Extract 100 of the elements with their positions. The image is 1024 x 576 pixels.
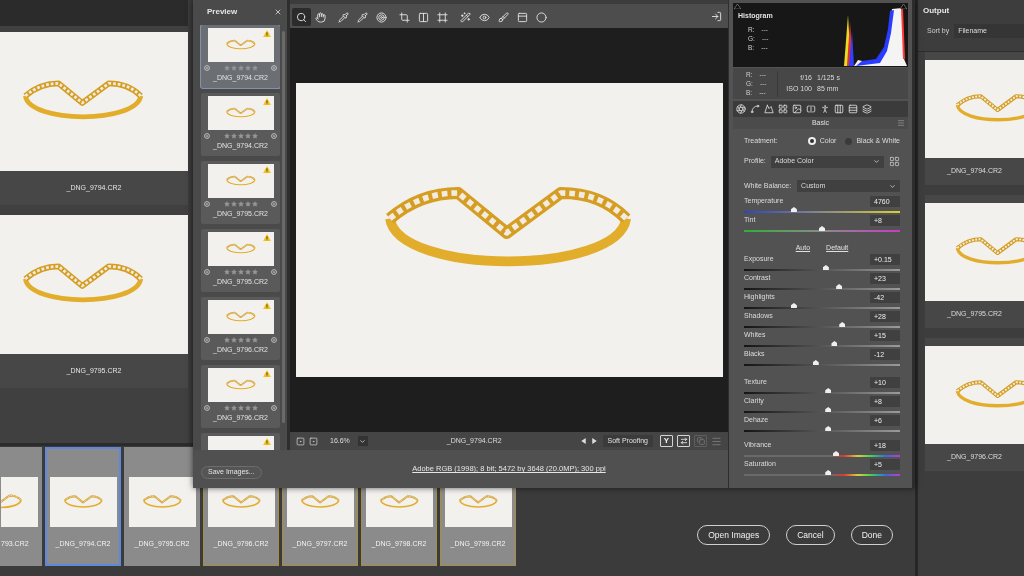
star-icon[interactable] <box>230 337 237 343</box>
columns-icon[interactable] <box>834 104 844 114</box>
aperture-icon[interactable] <box>736 104 746 114</box>
circle-icon[interactable] <box>204 201 210 207</box>
star-icon[interactable] <box>237 65 244 71</box>
triangle-icon[interactable] <box>900 4 907 9</box>
slider-thumb[interactable] <box>825 426 832 431</box>
circle-icon[interactable] <box>204 405 210 411</box>
radio-button[interactable] <box>807 137 816 145</box>
star-icon[interactable] <box>244 337 251 343</box>
slider-thumb[interactable] <box>836 284 843 289</box>
zoom-dropdown[interactable] <box>357 436 368 446</box>
star-icon[interactable] <box>244 405 251 411</box>
layers-icon[interactable] <box>862 104 872 114</box>
star-icon[interactable] <box>251 201 258 207</box>
star-icon[interactable] <box>237 337 244 343</box>
star-icon[interactable] <box>230 133 237 139</box>
eyedropper-icon[interactable] <box>338 11 349 23</box>
slider-thumb[interactable] <box>825 470 832 475</box>
person-icon[interactable] <box>820 104 830 114</box>
columns-icon[interactable] <box>418 11 429 23</box>
brush-icon[interactable] <box>498 11 509 23</box>
frame-icon[interactable] <box>437 11 448 23</box>
star-rating[interactable] <box>223 405 258 411</box>
circle-icon[interactable] <box>271 201 277 207</box>
arrow-into-box-icon[interactable] <box>711 11 722 22</box>
star-icon[interactable] <box>223 201 230 207</box>
image-icon[interactable] <box>792 104 802 114</box>
magic-wand-icon[interactable] <box>460 11 471 23</box>
rows-icon[interactable] <box>848 104 858 114</box>
hand-icon[interactable] <box>315 11 326 23</box>
tool-button[interactable] <box>292 8 311 26</box>
star-icon[interactable] <box>237 201 244 207</box>
eye-icon[interactable] <box>479 11 490 23</box>
star-icon[interactable] <box>251 133 258 139</box>
triangle-icon[interactable] <box>734 4 741 9</box>
star-icon[interactable] <box>230 65 237 71</box>
slider-thumb[interactable] <box>839 322 846 327</box>
slider-thumb[interactable] <box>790 303 797 308</box>
star-rating[interactable] <box>223 337 258 343</box>
scrollbar[interactable] <box>282 31 285 423</box>
slider-thumb[interactable] <box>825 388 832 393</box>
star-rating[interactable] <box>223 269 258 275</box>
star-icon[interactable] <box>251 269 258 275</box>
star-icon[interactable] <box>251 405 258 411</box>
star-icon[interactable] <box>244 65 251 71</box>
slider-thumb[interactable] <box>833 451 840 456</box>
circle-icon[interactable] <box>271 405 277 411</box>
slider-thumb[interactable] <box>822 265 829 270</box>
search-icon[interactable] <box>296 11 307 23</box>
scrollbar[interactable] <box>912 0 915 488</box>
view-button[interactable]: Y <box>660 435 673 447</box>
star-icon[interactable] <box>237 133 244 139</box>
star-icon[interactable] <box>251 337 258 343</box>
slider-thumb[interactable] <box>812 360 819 365</box>
circle-icon[interactable] <box>204 337 210 343</box>
circle-icon[interactable] <box>271 65 277 71</box>
left-arrow-icon[interactable] <box>580 438 586 444</box>
star-icon[interactable] <box>223 405 230 411</box>
star-icon[interactable] <box>230 269 237 275</box>
swap-button[interactable] <box>677 435 690 447</box>
star-icon[interactable] <box>244 133 251 139</box>
panel-icon[interactable] <box>517 11 528 23</box>
close-icon[interactable] <box>274 8 282 16</box>
circle-icon[interactable] <box>271 269 277 275</box>
right-arrow-icon[interactable] <box>591 438 597 444</box>
thumbnail-tile[interactable] <box>201 433 280 450</box>
circle-icon[interactable] <box>536 11 547 23</box>
split-square-icon[interactable] <box>806 104 816 114</box>
star-icon[interactable] <box>230 405 237 411</box>
circle-icon[interactable] <box>204 133 210 139</box>
star-icon[interactable] <box>230 201 237 207</box>
star-rating[interactable] <box>223 133 258 139</box>
star-icon[interactable] <box>223 65 230 71</box>
grid-icon[interactable] <box>889 156 900 167</box>
star-icon[interactable] <box>244 201 251 207</box>
crop-icon[interactable] <box>399 11 410 23</box>
eyedropper-icon[interactable] <box>357 11 368 23</box>
circle-icon[interactable] <box>204 65 210 71</box>
star-icon[interactable] <box>237 405 244 411</box>
star-rating[interactable] <box>223 65 258 71</box>
grid-icon[interactable] <box>778 104 788 114</box>
circle-icon[interactable] <box>271 133 277 139</box>
slider-thumb[interactable] <box>831 341 838 346</box>
curve-icon[interactable] <box>750 104 760 114</box>
star-rating[interactable] <box>223 201 258 207</box>
star-icon[interactable] <box>223 133 230 139</box>
star-icon[interactable] <box>223 269 230 275</box>
star-icon[interactable] <box>223 337 230 343</box>
slider-thumb[interactable] <box>825 407 832 412</box>
target-icon[interactable] <box>376 11 387 23</box>
slider-thumb[interactable] <box>790 207 797 212</box>
star-icon[interactable] <box>237 269 244 275</box>
star-icon[interactable] <box>244 269 251 275</box>
slider-thumb[interactable] <box>819 226 825 231</box>
mountain-icon[interactable] <box>764 104 774 114</box>
circle-icon[interactable] <box>204 269 210 275</box>
circle-icon[interactable] <box>271 337 277 343</box>
radio-button[interactable] <box>845 137 853 145</box>
star-icon[interactable] <box>251 65 258 71</box>
